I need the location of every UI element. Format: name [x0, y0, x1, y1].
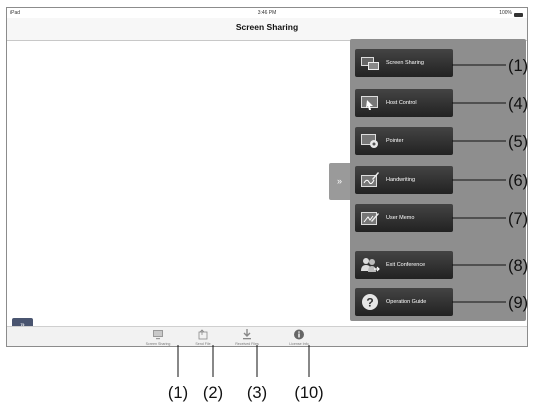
menu-item-label: Handwriting	[386, 177, 416, 183]
menu-user-memo-button[interactable]: User Memo	[355, 204, 453, 232]
menu-screen-sharing-button[interactable]: Screen Sharing	[355, 49, 453, 77]
function-menu-panel: Screen Sharing Host Control Pointer Hand…	[350, 39, 526, 321]
menu-handwriting-button[interactable]: Handwriting	[355, 166, 453, 194]
menu-operation-guide-button[interactable]: ? Operation Guide	[355, 288, 453, 316]
battery-percent: 100%	[499, 10, 512, 16]
send-file-icon	[198, 329, 208, 340]
menu-collapse-button[interactable]: »	[329, 163, 350, 200]
menu-host-control-button[interactable]: Host Control	[355, 89, 453, 117]
bottom-tab-bar: Screen Sharing Send File Received Files …	[7, 326, 527, 346]
tab-label: Screen Sharing	[145, 342, 171, 346]
host-control-icon	[361, 96, 378, 110]
callout-label: (1)	[168, 384, 188, 402]
tab-label: Send File	[195, 342, 211, 346]
clock: 3:46 PM	[257, 10, 277, 16]
menu-item-label: Host Control	[386, 100, 417, 106]
monitor-icon	[153, 330, 163, 340]
page-title: Screen Sharing	[235, 22, 299, 32]
callout-label: (10)	[294, 384, 323, 402]
handwriting-icon	[361, 172, 379, 187]
svg-text:?: ?	[366, 296, 373, 310]
status-bar: iPad 3:46 PM 100%	[7, 8, 527, 18]
menu-pointer-button[interactable]: Pointer	[355, 127, 453, 155]
exit-conference-icon	[361, 258, 380, 272]
callout-label: (3)	[247, 384, 267, 402]
tab-received-files[interactable]: Received Files	[227, 329, 267, 346]
menu-item-label: Pointer	[386, 138, 404, 144]
tab-label: Received Files	[235, 342, 259, 346]
user-memo-icon	[361, 212, 379, 225]
callout-label: (2)	[203, 384, 223, 402]
tab-label: License Info	[289, 342, 309, 346]
menu-item-label: Screen Sharing	[386, 60, 424, 66]
menu-item-label: Exit Conference	[386, 262, 426, 268]
screen-sharing-icon	[361, 57, 379, 70]
tab-license-info[interactable]: License Info	[279, 329, 319, 346]
operation-guide-icon: ?	[362, 294, 378, 310]
info-icon	[294, 329, 304, 340]
navigation-bar: Screen Sharing	[7, 18, 527, 41]
pointer-icon	[361, 134, 378, 148]
battery-icon	[514, 12, 523, 17]
tab-send-file[interactable]: Send File	[183, 329, 223, 346]
menu-item-label: User Memo	[386, 215, 415, 221]
ipad-screen: iPad 3:46 PM 100% Screen Sharing » Scree…	[6, 7, 528, 347]
tab-screen-sharing[interactable]: Screen Sharing	[138, 329, 178, 346]
menu-item-label: Operation Guide	[386, 299, 427, 305]
download-icon	[243, 329, 251, 340]
battery-indicator: 100%	[499, 10, 523, 17]
menu-exit-conference-button[interactable]: Exit Conference	[355, 251, 453, 279]
